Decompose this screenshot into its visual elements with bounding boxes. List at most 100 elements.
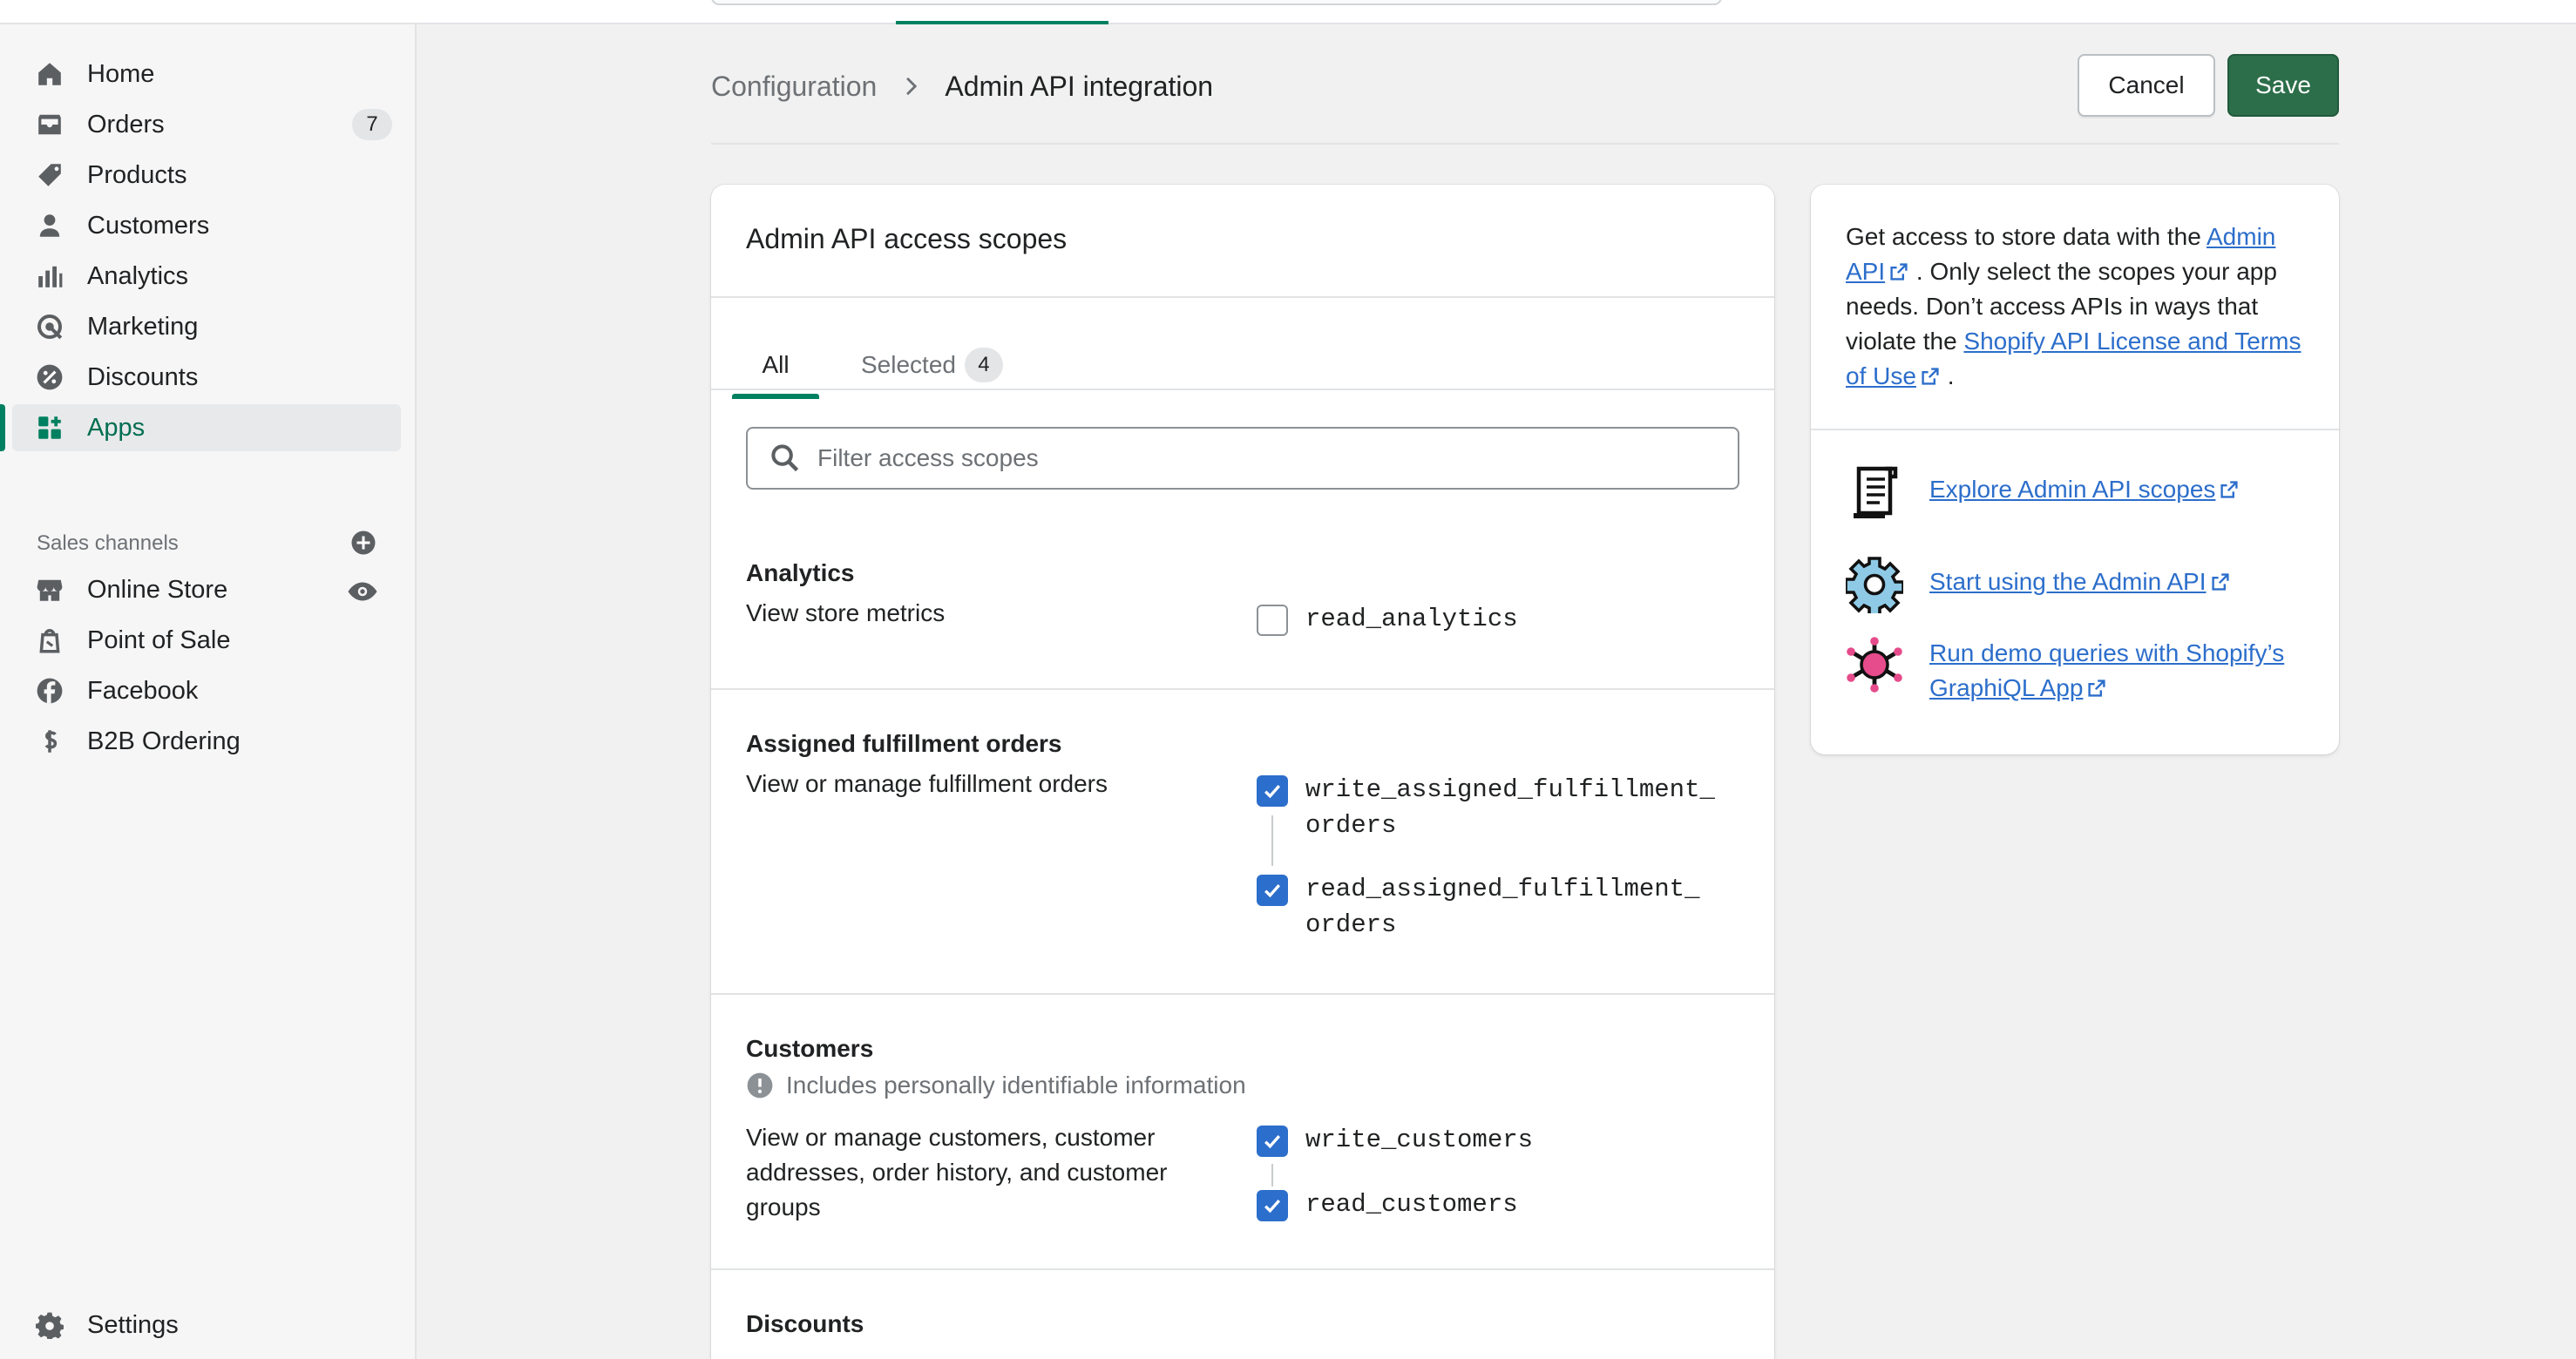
- save-button[interactable]: Save: [2227, 54, 2339, 117]
- sidebar-item-label: Facebook: [87, 676, 199, 705]
- filter-scopes-input[interactable]: [817, 444, 1689, 472]
- search-icon: [771, 444, 799, 472]
- discount-icon: [35, 362, 64, 392]
- cancel-button[interactable]: Cancel: [2078, 54, 2215, 117]
- sidebar-item-label: Online Store: [87, 575, 228, 604]
- scope-group-title: Analytics: [746, 559, 855, 586]
- external-link-icon: [1890, 263, 1908, 281]
- sidebar-item-products[interactable]: Products: [12, 152, 401, 199]
- scope-name: write_assigned_fulfillment_ orders: [1305, 775, 1715, 840]
- divider: [711, 1268, 1774, 1270]
- divider: [1811, 429, 2339, 430]
- external-link-icon: [2211, 573, 2229, 591]
- scope-read-customers[interactable]: read_customers: [1257, 1190, 1518, 1222]
- scope-connector-line: [1271, 815, 1273, 866]
- scope-group-title: Discounts: [746, 1310, 864, 1337]
- sidebar-item-online-store[interactable]: Online Store: [12, 566, 401, 613]
- graphiql-app-link[interactable]: Run demo queries with Shopify’s GraphiQL…: [1929, 636, 2313, 706]
- sidebar-item-apps[interactable]: Apps: [0, 404, 401, 451]
- breadcrumb-parent-link[interactable]: Configuration: [711, 71, 877, 103]
- checkbox-checked[interactable]: [1257, 1126, 1288, 1157]
- scope-connector-line: [1271, 1164, 1273, 1187]
- tab-selected[interactable]: Selected 4: [861, 333, 1003, 397]
- bag-icon: [35, 625, 64, 655]
- sidebar-item-orders[interactable]: Orders 7: [12, 101, 401, 148]
- info-text-part: Get access to store data with the: [1846, 223, 2207, 250]
- scope-group-description: View store metrics: [746, 599, 946, 626]
- divider: [711, 688, 1774, 690]
- scope-group-title: Customers: [746, 1035, 874, 1062]
- checkmark-icon: [1264, 1200, 1281, 1214]
- sidebar-item-label: Products: [87, 160, 187, 189]
- resource-explore-scopes: Explore Admin API scopes: [1846, 463, 2313, 521]
- external-link-icon: [2088, 680, 2106, 697]
- scope-read-analytics[interactable]: read_analytics: [1257, 605, 1518, 637]
- sidebar-item-discounts[interactable]: Discounts: [12, 354, 401, 401]
- scope-name: read_assigned_fulfillment_ orders: [1305, 875, 1700, 939]
- checkbox-checked[interactable]: [1257, 875, 1288, 906]
- external-link-icon: [2220, 481, 2239, 498]
- global-search-bar[interactable]: [711, 0, 1722, 5]
- explore-scopes-link[interactable]: Explore Admin API scopes: [1929, 472, 2313, 507]
- checkmark-icon: [1264, 785, 1281, 799]
- access-scopes-card: Admin API access scopes All Selected 4 A…: [711, 185, 1774, 1359]
- sidebar-item-settings[interactable]: Settings: [12, 1302, 401, 1349]
- sidebar-item-b2b-ordering[interactable]: B2B Ordering: [12, 718, 401, 765]
- inbox-icon: [35, 110, 64, 139]
- chevron-right-icon: [906, 77, 918, 96]
- sidebar-item-analytics[interactable]: Analytics: [12, 253, 401, 300]
- sidebar-item-facebook[interactable]: Facebook: [12, 667, 401, 714]
- sidebar-item-marketing[interactable]: Marketing: [12, 303, 401, 350]
- sidebar-item-label: Analytics: [87, 261, 189, 290]
- sidebar-item-customers[interactable]: Customers: [12, 202, 401, 249]
- scope-name: read_customers: [1305, 1190, 1518, 1219]
- home-icon: [35, 59, 64, 89]
- scope-name: write_customers: [1305, 1126, 1534, 1154]
- sidebar-item-point-of-sale[interactable]: Point of Sale: [12, 617, 401, 664]
- checkbox-unchecked[interactable]: [1257, 605, 1288, 636]
- checkbox-checked[interactable]: [1257, 1190, 1288, 1221]
- tag-icon: [35, 160, 64, 190]
- scope-group-description: View or manage customers, customer addre…: [746, 1124, 1168, 1220]
- scope-group-title: Assigned fulfillment orders: [746, 730, 1062, 757]
- add-channel-icon[interactable]: [350, 530, 376, 556]
- divider: [711, 993, 1774, 995]
- sidebar: Home Orders 7 Products Customers Analyti…: [0, 24, 417, 1359]
- person-icon: [35, 211, 64, 240]
- top-bar: [0, 0, 2576, 24]
- sidebar-item-label: Discounts: [87, 362, 199, 391]
- sidebar-item-label: Home: [87, 59, 155, 88]
- facebook-icon: [35, 676, 64, 706]
- admin-api-info-card: Get access to store data with the Admin …: [1811, 185, 2339, 754]
- header-divider: [711, 143, 2339, 145]
- pii-notice-text: Includes personally identifiable informa…: [786, 1072, 1246, 1099]
- pii-notice: Includes personally identifiable informa…: [746, 1072, 1246, 1099]
- filter-field[interactable]: [746, 427, 1739, 490]
- scope-write-assigned-fulfillment-orders[interactable]: write_assigned_fulfillment_ orders: [1257, 775, 1715, 843]
- sidebar-item-label: Apps: [87, 413, 146, 442]
- bug-pixel-icon: [1847, 637, 1902, 693]
- b2b-icon: [35, 727, 64, 756]
- scope-read-assigned-fulfillment-orders[interactable]: read_assigned_fulfillment_ orders: [1257, 875, 1699, 943]
- breadcrumb: Configuration Admin API integration: [711, 68, 1213, 105]
- tab-all[interactable]: All: [732, 333, 819, 397]
- sidebar-item-label: Orders: [87, 110, 165, 139]
- checkmark-icon: [1264, 1135, 1281, 1149]
- orders-count-badge: 7: [352, 109, 392, 140]
- store-icon: [35, 575, 64, 605]
- sidebar-item-label: Customers: [87, 211, 210, 240]
- info-alert-icon: [747, 1072, 773, 1099]
- sidebar-item-label: B2B Ordering: [87, 727, 241, 755]
- link-text: Start using the Admin API: [1929, 568, 2207, 595]
- scroll-icon: [1854, 466, 1898, 518]
- bar-chart-icon: [35, 261, 64, 291]
- external-link-icon: [1922, 368, 1939, 385]
- sidebar-item-home[interactable]: Home: [12, 51, 401, 98]
- target-icon: [35, 312, 64, 341]
- start-admin-api-link[interactable]: Start using the Admin API: [1929, 565, 2313, 599]
- apps-icon: [35, 413, 64, 443]
- info-text: Get access to store data with the Admin …: [1846, 220, 2313, 394]
- scope-write-customers[interactable]: write_customers: [1257, 1126, 1533, 1158]
- view-store-eye-icon[interactable]: [347, 578, 378, 605]
- checkbox-checked[interactable]: [1257, 775, 1288, 807]
